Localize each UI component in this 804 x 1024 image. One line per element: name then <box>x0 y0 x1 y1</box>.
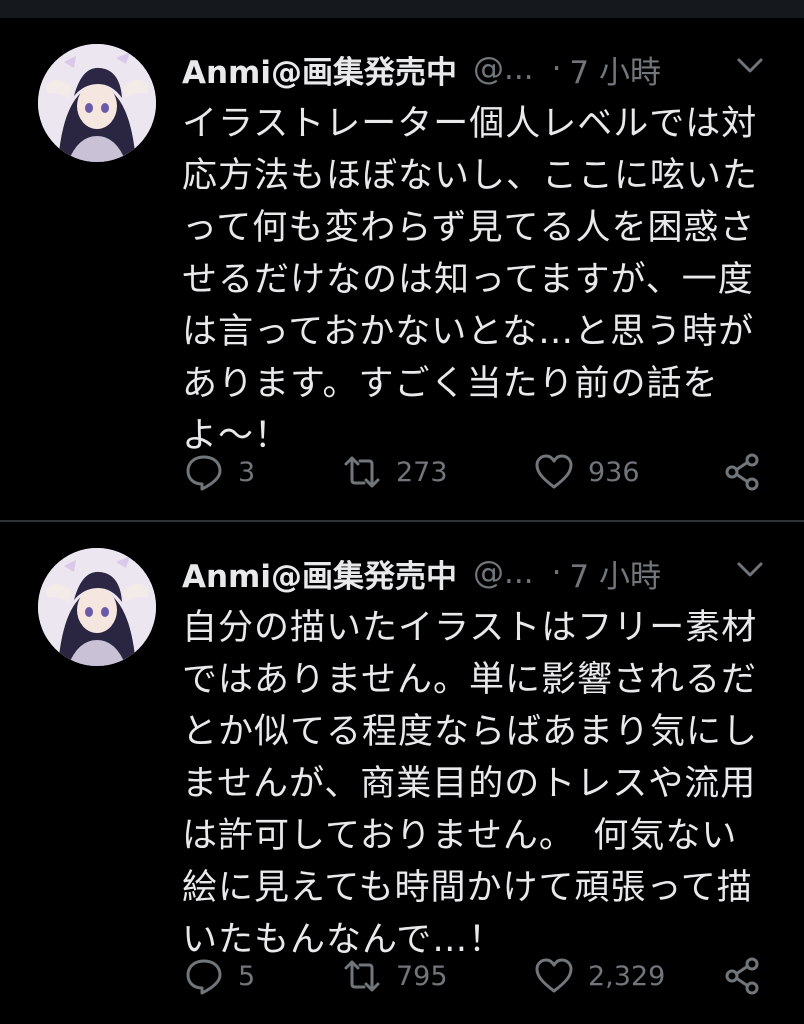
retweet-icon <box>344 960 380 992</box>
tweet-text-line: ではありません。単に影響されるだ <box>182 660 757 700</box>
retweet-button[interactable]: 795 <box>342 954 448 998</box>
retweet-count: 795 <box>396 960 448 992</box>
tweet-text-line: ませんが、商業目的のトレスや流用 <box>182 764 757 804</box>
tweet-text-line: は言っておかないとな…と思う時が <box>182 312 755 352</box>
share-button[interactable] <box>722 954 762 998</box>
timestamp[interactable]: 7 小時 <box>569 551 661 596</box>
retweet-button[interactable]: 273 <box>342 450 448 494</box>
like-button[interactable]: 2,329 <box>534 954 665 998</box>
speech-bubble-icon <box>186 959 222 995</box>
speech-bubble-icon <box>186 455 222 491</box>
tweet-text-line: せるだけなのは知ってますが、一度 <box>182 260 754 300</box>
tweet[interactable]: Anmi@画集発売中 @... · 7 小時 自分の描いたイラストはフリー素材 … <box>0 522 804 1024</box>
avatar[interactable] <box>38 548 156 666</box>
tweet[interactable]: Anmi@画集発売中 @... · 7 小時 イラストレーター個人レベルでは対 … <box>0 18 804 520</box>
reply-count: 3 <box>238 456 256 488</box>
tweet-text-line: イラストレーター個人レベルでは対 <box>182 104 758 144</box>
chevron-down-icon[interactable] <box>736 56 764 76</box>
share-icon <box>725 957 759 995</box>
share-button[interactable] <box>722 450 762 494</box>
tweet-text-line: は許可しておりません。 何気ない <box>182 816 738 856</box>
tweet-text-line: 自分の描いたイラストはフリー素材 <box>182 608 758 648</box>
separator-dot: · <box>551 51 562 87</box>
timestamp[interactable]: 7 小時 <box>569 47 661 92</box>
heart-icon <box>535 958 573 993</box>
tweet-actions: 3 273 936 <box>182 450 772 494</box>
reply-button[interactable]: 3 <box>184 450 255 494</box>
like-button[interactable]: 936 <box>534 450 640 494</box>
tweet-header: Anmi@画集発売中 @... · 7 小時 <box>182 550 782 596</box>
author-name[interactable]: Anmi@画集発売中 <box>182 551 457 596</box>
tweet-text-line: って何も変わらず見てる人を困惑さ <box>182 208 756 248</box>
author-handle[interactable]: @... <box>473 51 534 87</box>
status-bar <box>0 0 804 18</box>
tweet-text: 自分の描いたイラストはフリー素材 ではありません。単に影響されるだ とか似てる程… <box>182 602 762 966</box>
tweet-header: Anmi@画集発売中 @... · 7 小時 <box>182 46 782 92</box>
tweet-text-line: 応方法もほぼないし、ここに呟いた <box>182 156 759 196</box>
heart-icon <box>535 454 573 489</box>
separator-dot: · <box>551 555 562 591</box>
retweet-count: 273 <box>396 456 448 488</box>
reply-count: 5 <box>238 960 256 992</box>
reply-button[interactable]: 5 <box>184 954 255 998</box>
tweet-actions: 5 795 2,329 <box>182 954 772 998</box>
tweet-text-line: 絵に見えても時間かけて頑張って描 <box>182 868 753 908</box>
avatar[interactable] <box>38 44 156 162</box>
like-count: 936 <box>588 456 640 488</box>
like-count: 2,329 <box>588 960 666 992</box>
share-icon <box>725 453 759 491</box>
tweet-text-line: とか似てる程度ならばあまり気にし <box>182 712 759 752</box>
tweet-text-line: あります。すごく当たり前の話を <box>182 364 719 404</box>
chevron-down-icon[interactable] <box>736 560 764 580</box>
tweet-text: イラストレーター個人レベルでは対 応方法もほぼないし、ここに呟いた って何も変わ… <box>182 98 762 462</box>
author-name[interactable]: Anmi@画集発売中 <box>182 47 457 92</box>
retweet-icon <box>344 456 380 488</box>
author-handle[interactable]: @... <box>473 555 534 591</box>
